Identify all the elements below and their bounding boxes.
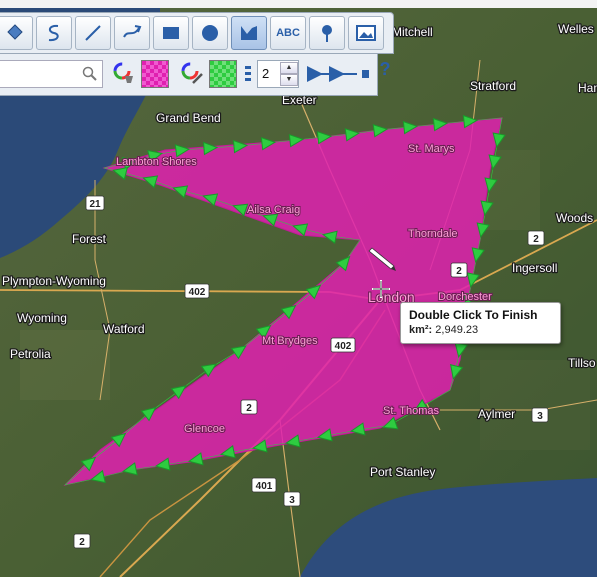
label-ingersoll: Ingersoll	[512, 261, 557, 275]
label-stratford: Stratford	[470, 79, 516, 93]
label-plympton-wyoming: Plympton-Wyoming	[2, 274, 106, 288]
map-top-edge	[0, 0, 597, 8]
tooltip-area: km²: 2,949.23	[409, 324, 552, 336]
paint-bucket-icon	[7, 24, 23, 40]
svg-text:402: 402	[335, 341, 352, 352]
svg-text:401: 401	[256, 481, 273, 492]
highway-2-south-shield: 2	[240, 399, 258, 415]
highway-2-sw-shield: 2	[73, 533, 91, 549]
label-ham: Ham	[578, 81, 597, 95]
fill-tool-button[interactable]	[0, 16, 33, 50]
image-icon	[356, 25, 376, 41]
area-unit-label: km²:	[409, 324, 433, 336]
stepper-up-button[interactable]: ▲	[280, 62, 298, 74]
line-color-wheel-icon[interactable]	[181, 62, 205, 91]
svg-text:2: 2	[246, 403, 252, 414]
tooltip-title: Double Click To Finish	[409, 308, 538, 322]
label-port-stanley: Port Stanley	[370, 465, 435, 479]
label-watford: Watford	[103, 322, 145, 336]
toolbar-row-styles: 2 ▲ ▼	[0, 54, 378, 96]
label-thorndale: Thorndale	[408, 228, 458, 240]
fill-color-swatch[interactable]	[141, 60, 169, 88]
highway-402-west-shield: 402	[184, 283, 210, 299]
text-tool-label: ABC	[276, 27, 300, 39]
circle-tool-button[interactable]	[192, 16, 228, 50]
svg-text:3: 3	[289, 495, 295, 506]
search-input[interactable]	[0, 60, 103, 88]
line-tool-button[interactable]	[75, 16, 111, 50]
text-tool-button[interactable]: ABC	[270, 16, 306, 50]
area-value: 2,949.23	[432, 324, 479, 336]
label-wellesley: Welles	[558, 22, 594, 36]
arrow-line-style-icon	[307, 66, 369, 82]
svg-text:2: 2	[533, 234, 539, 245]
label-st-thomas: St. Thomas	[383, 405, 440, 417]
freehand-curve-icon	[48, 24, 59, 42]
svg-text:21: 21	[89, 199, 101, 210]
label-ailsa-craig: Ailsa Craig	[247, 204, 300, 216]
circle-icon	[202, 25, 218, 41]
svg-text:402: 402	[189, 287, 206, 298]
line-icon	[85, 25, 101, 41]
rectangle-icon	[163, 27, 179, 39]
line-width-bars-icon	[245, 66, 251, 82]
polygon-tool-button[interactable]	[231, 16, 267, 50]
label-forest: Forest	[72, 232, 107, 246]
help-button[interactable]: ?	[378, 54, 392, 84]
highway-3-south-shield: 3	[283, 491, 301, 507]
label-petrolia: Petrolia	[10, 347, 51, 361]
fill-color-wheel-icon[interactable]	[113, 62, 137, 91]
label-grand-bend: Grand Bend	[156, 111, 221, 125]
route-tool-button[interactable]	[114, 16, 150, 50]
highway-2-london-shield: 2	[450, 262, 468, 278]
svg-text:2: 2	[79, 537, 85, 548]
highway-402-london-shield: 402	[330, 337, 356, 353]
label-woods: Woods	[556, 211, 593, 225]
highway-401-shield: 401	[251, 477, 277, 493]
line-width-value: 2	[262, 66, 270, 81]
marker-tool-button[interactable]	[309, 16, 345, 50]
toolbar-row-tools: ABC	[0, 12, 394, 54]
svg-text:2: 2	[456, 266, 462, 277]
label-glencoe: Glencoe	[184, 423, 225, 435]
highway-21-shield: 21	[85, 195, 105, 211]
search-icon	[82, 66, 97, 81]
highway-2-east-shield: 2	[527, 230, 545, 246]
label-mitchell: Mitchell	[392, 25, 433, 39]
polygon-icon	[241, 26, 257, 40]
label-aylmer: Aylmer	[478, 407, 515, 421]
label-wyoming: Wyoming	[17, 311, 67, 325]
label-st-marys: St. Marys	[408, 143, 455, 155]
arrow-style-selector[interactable]	[305, 62, 371, 86]
svg-text:3: 3	[537, 411, 543, 422]
route-icon	[123, 25, 142, 38]
drawing-toolbar: ABC 2 ▲ ▼ ?	[0, 12, 396, 96]
measurement-tooltip: Double Click To Finish km²: 2,949.23	[400, 302, 561, 344]
rectangle-tool-button[interactable]	[153, 16, 189, 50]
map-pin-icon	[322, 25, 332, 42]
label-lambton-shores: Lambton Shores	[116, 156, 197, 168]
image-tool-button[interactable]	[348, 16, 384, 50]
label-tillson: Tillso	[568, 356, 596, 370]
highway-3-aylmer-shield: 3	[531, 407, 549, 423]
line-color-swatch[interactable]	[209, 60, 237, 88]
freehand-tool-button[interactable]	[36, 16, 72, 50]
line-width-stepper[interactable]: 2 ▲ ▼	[257, 60, 299, 88]
label-mt-brydges: Mt Brydges	[262, 335, 318, 347]
stepper-down-button[interactable]: ▼	[280, 74, 298, 86]
